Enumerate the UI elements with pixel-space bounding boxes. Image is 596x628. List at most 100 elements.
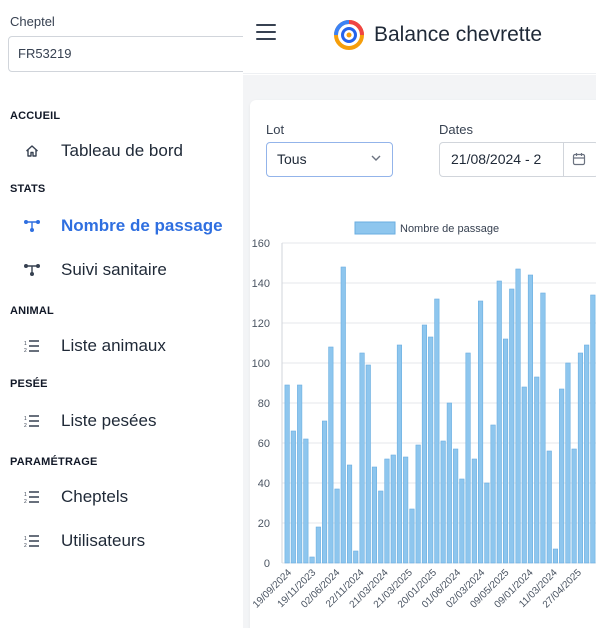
sidebar-item-label: Tableau de bord (61, 141, 183, 160)
bar (565, 362, 571, 564)
bar (546, 450, 552, 564)
section-title-stats: STATS (10, 183, 46, 195)
bar (421, 324, 427, 564)
bar (340, 266, 346, 564)
sidebar-item-label: Nombre de passage (61, 216, 223, 235)
bar (559, 388, 565, 564)
bar (396, 344, 402, 564)
app-logo-icon (334, 20, 364, 50)
bar (359, 352, 365, 564)
sidebar-item-label: Liste animaux (61, 336, 166, 355)
bar (515, 268, 521, 564)
bar (584, 344, 590, 564)
svg-text:1: 1 (24, 536, 27, 542)
bar (297, 384, 303, 564)
y-tick-label: 20 (258, 518, 270, 530)
sidebar-item-nombre-de-passage[interactable]: Nombre de passage (22, 211, 223, 241)
y-tick-label: 140 (252, 278, 270, 290)
sidebar-item-label: Suivi sanitaire (61, 260, 167, 279)
bar (534, 376, 540, 564)
svg-text:2: 2 (24, 499, 27, 504)
svg-text:2: 2 (24, 543, 27, 548)
bar (328, 346, 334, 564)
graph-nodes-icon (22, 260, 42, 280)
bar (540, 292, 546, 564)
svg-text:2: 2 (24, 348, 27, 353)
sidebar-item-liste-animaux[interactable]: 12 Liste animaux (22, 331, 166, 361)
section-title-animal: ANIMAL (10, 305, 54, 317)
bar (453, 448, 459, 564)
bar (509, 288, 515, 564)
numbered-list-icon: 12 (22, 531, 42, 551)
chevron-down-icon (371, 155, 381, 161)
svg-text:1: 1 (24, 492, 27, 498)
bar (378, 490, 384, 564)
bar (347, 464, 353, 564)
app-title: Balance chevrette (374, 23, 543, 46)
bar (521, 386, 527, 564)
bar (371, 466, 377, 564)
sidebar: Cheptel FR53219 ACCUEIL Tableau de bord … (0, 0, 258, 628)
bar (478, 300, 484, 564)
bar (471, 458, 477, 564)
sidebar-item-utilisateurs[interactable]: 12 Utilisateurs (22, 526, 145, 556)
bar (315, 526, 321, 564)
section-title-pesee: PESÉE (10, 378, 48, 390)
hamburger-menu-icon[interactable] (256, 24, 276, 40)
bar-chart: 020406080100120140160Nombre de passage19… (251, 221, 596, 611)
y-tick-label: 40 (258, 478, 270, 490)
legend-swatch (354, 221, 396, 235)
bar (309, 556, 315, 564)
svg-text:1: 1 (24, 341, 27, 347)
dates-label: Dates (439, 122, 473, 137)
bar (484, 482, 490, 564)
y-tick-label: 80 (258, 398, 270, 410)
date-range-value: 21/08/2024 - 2 (451, 151, 542, 167)
numbered-list-icon: 12 (22, 336, 42, 356)
bar (365, 364, 371, 564)
bar (552, 548, 559, 564)
legend-label: Nombre de passage (400, 223, 499, 235)
svg-text:1: 1 (24, 416, 27, 422)
bar (284, 384, 290, 564)
sidebar-item-label: Cheptels (61, 487, 129, 506)
numbered-list-icon: 12 (22, 411, 42, 431)
y-tick-label: 0 (264, 558, 270, 570)
bar (434, 298, 440, 564)
section-title-accueil: ACCUEIL (10, 110, 61, 122)
svg-text:2: 2 (24, 423, 27, 428)
sidebar-item-tableau-de-bord[interactable]: Tableau de bord (22, 136, 183, 166)
sidebar-item-liste-pesees[interactable]: 12 Liste pesées (22, 406, 156, 436)
lot-select[interactable]: Tous (266, 142, 393, 177)
bar (590, 294, 596, 564)
bar (303, 438, 309, 564)
bar (496, 280, 502, 564)
bar (409, 508, 415, 564)
bar (403, 456, 409, 564)
cheptel-field[interactable]: FR53219 (8, 36, 258, 72)
bar (322, 420, 328, 564)
bar (571, 448, 577, 564)
lot-select-value: Tous (277, 151, 307, 167)
graph-nodes-icon (22, 216, 42, 236)
cheptel-label: Cheptel (10, 14, 55, 29)
bar (459, 478, 465, 564)
top-bar: Balance chevrette (243, 0, 596, 74)
date-range-input[interactable]: 21/08/2024 - 2 (439, 142, 596, 177)
bar (502, 338, 509, 564)
y-tick-label: 100 (252, 358, 270, 370)
sidebar-item-cheptels[interactable]: 12 Cheptels (22, 482, 128, 512)
bar (440, 440, 446, 564)
calendar-icon[interactable] (572, 152, 586, 166)
y-tick-label: 60 (258, 438, 270, 450)
sidebar-item-label: Utilisateurs (61, 531, 146, 550)
bar (390, 454, 396, 564)
bar (527, 274, 534, 564)
bar (290, 430, 296, 564)
bar (428, 336, 434, 564)
bar (465, 352, 471, 564)
bar (490, 424, 496, 564)
sidebar-item-suivi-sanitaire[interactable]: Suivi sanitaire (22, 255, 167, 285)
bar (577, 352, 584, 564)
bar (415, 444, 421, 564)
